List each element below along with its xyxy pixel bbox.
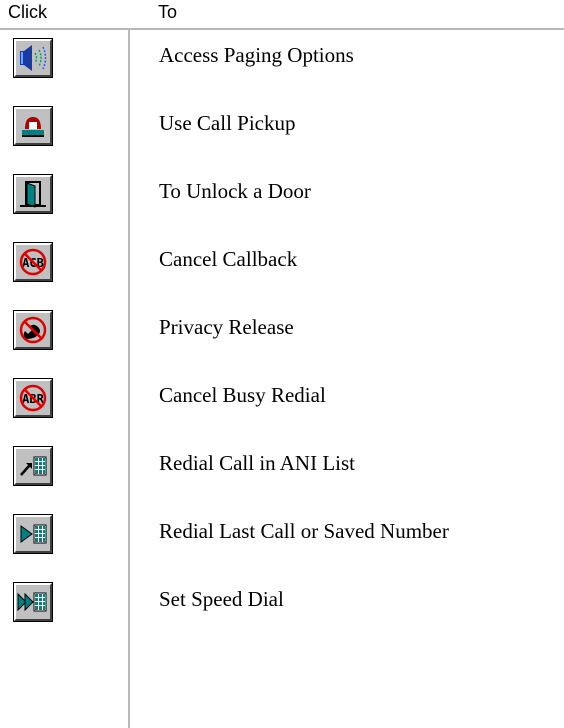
set-speed-dial-icon — [17, 592, 47, 612]
call-pickup-button[interactable] — [14, 107, 52, 145]
cancel-busy-redial-button[interactable]: ABR — [14, 379, 52, 417]
header-divider — [0, 28, 564, 30]
table-row: Access Paging Options — [0, 31, 564, 89]
redial-last-call-button[interactable] — [14, 515, 52, 553]
cancel-callback-button[interactable]: ACB — [14, 243, 52, 281]
cancel-callback-acb-icon: ACB — [19, 248, 47, 276]
table-header: Click To — [0, 0, 564, 28]
door-unlock-icon — [20, 181, 46, 208]
row-label: Redial Call in ANI List — [159, 451, 355, 475]
redial-ani-list-icon — [20, 456, 47, 476]
row-label: Privacy Release — [159, 315, 294, 339]
header-click: Click — [8, 2, 47, 22]
row-label: Cancel Busy Redial — [159, 383, 326, 407]
table-row: ACB Cancel Callback — [0, 235, 564, 293]
unlock-door-button[interactable] — [14, 175, 52, 213]
row-label: Cancel Callback — [159, 247, 298, 271]
table-row: Privacy Release — [0, 303, 564, 361]
table-row: Redial Call in ANI List — [0, 439, 564, 497]
table-row: Redial Last Call or Saved Number — [0, 507, 564, 565]
table-row: ABR Cancel Busy Redial — [0, 371, 564, 429]
paging-button[interactable] — [14, 39, 52, 77]
row-label: Use Call Pickup — [159, 111, 296, 135]
privacy-release-icon — [19, 316, 47, 344]
table-row: To Unlock a Door — [0, 167, 564, 225]
call-pickup-icon — [22, 117, 44, 137]
table-row: Use Call Pickup — [0, 99, 564, 157]
row-label: Set Speed Dial — [159, 587, 284, 611]
redial-ani-button[interactable] — [14, 447, 52, 485]
privacy-release-button[interactable] — [14, 311, 52, 349]
table-row: Set Speed Dial — [0, 575, 564, 633]
paging-speaker-icon — [20, 45, 47, 71]
set-speed-dial-button[interactable] — [14, 583, 52, 621]
row-label: Redial Last Call or Saved Number — [159, 519, 449, 543]
redial-last-call-icon — [20, 524, 47, 544]
reference-table: Click To Access Paging Options Use Call … — [0, 0, 564, 728]
row-label: To Unlock a Door — [159, 179, 311, 203]
row-label: Access Paging Options — [159, 43, 354, 67]
header-to: To — [158, 2, 178, 22]
cancel-busy-redial-abr-icon: ABR — [19, 384, 47, 412]
